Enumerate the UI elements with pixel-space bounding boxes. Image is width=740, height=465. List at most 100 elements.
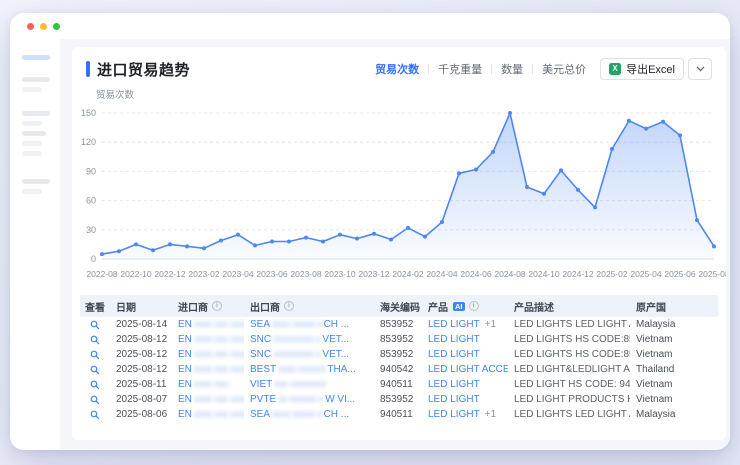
tab-usd-total[interactable]: 美元总价 — [542, 61, 586, 77]
sidebar-item[interactable] — [22, 121, 42, 126]
exporter-link[interactable]: SEA xxxx xxxxx xCH ... — [244, 409, 374, 420]
importer-link[interactable]: ENxxxx xxx xxxxxNG L... — [172, 364, 244, 375]
hs-code-cell: 940542 — [374, 364, 422, 375]
hs-code-cell: 853952 — [374, 349, 422, 360]
exporter-link[interactable]: SNC xxxxxxxxx xVET... — [244, 334, 374, 345]
sidebar-item[interactable] — [22, 87, 42, 92]
product-link[interactable]: LED LIGHT+1 — [422, 319, 508, 330]
magnifier-icon[interactable] — [90, 320, 100, 330]
export-excel-button[interactable]: X 导出Excel — [600, 58, 684, 80]
country-cell: Vietnam — [630, 394, 718, 405]
importer-link[interactable]: ENxxxx xxx xxxxxNG L... — [172, 319, 244, 330]
country-cell: Vietnam — [630, 379, 718, 390]
svg-text:2025-06: 2025-06 — [664, 269, 695, 279]
date-cell: 2025-08-14 — [110, 319, 172, 330]
info-icon[interactable] — [469, 301, 479, 311]
tab-kg-weight[interactable]: 千克重量 — [438, 61, 482, 77]
exporter-link[interactable]: SEA xxxx xxxxx xCH ... — [244, 319, 374, 330]
product-link[interactable]: LED LIGHT — [422, 334, 508, 345]
exporter-link[interactable]: BESTxxxx xxxxxx THA... — [244, 364, 374, 375]
svg-text:2025-02: 2025-02 — [596, 269, 627, 279]
sidebar-item[interactable] — [22, 179, 50, 184]
table-row: 2025-08-14 ENxxxx xxx xxxxxNG L... SEA x… — [80, 317, 718, 332]
minimize-window-dot[interactable] — [40, 23, 47, 30]
product-link[interactable]: LED LIGHT — [422, 394, 508, 405]
table-row: 2025-08-07 ENxxxx xxx xxxxxNG L... PVTEx… — [80, 392, 718, 407]
window-titlebar — [10, 13, 730, 39]
sidebar-item[interactable] — [22, 111, 50, 116]
table-header-row: 查看 日期 进口商 出口商 海关编码 产品AI 产品描述 原产国 — [80, 295, 718, 317]
date-cell: 2025-08-06 — [110, 409, 172, 420]
excel-icon: X — [609, 63, 621, 75]
magnifier-icon[interactable] — [90, 335, 100, 345]
product-link[interactable]: LED LIGHT ACCESSORY — [422, 364, 508, 375]
sidebar-item[interactable] — [22, 141, 42, 146]
sidebar-item[interactable] — [22, 131, 46, 136]
tab-trade-count[interactable]: 贸易次数 — [375, 61, 419, 77]
product-link[interactable]: LED LIGHT — [422, 349, 508, 360]
svg-text:2024-02: 2024-02 — [392, 269, 423, 279]
magnifier-icon[interactable] — [90, 365, 100, 375]
sidebar-item[interactable] — [22, 77, 50, 82]
date-cell: 2025-08-12 — [110, 349, 172, 360]
col-origin-country: 原产国 — [630, 299, 718, 314]
importer-link[interactable]: ENxxxx xxx xxxxxNG L... — [172, 349, 244, 360]
description-cell: LED LIGHTS LED LIGHT ACCESSORIES,ENVISIO… — [508, 319, 630, 330]
magnifier-icon[interactable] — [90, 380, 100, 390]
exporter-link[interactable]: PVTExx xxxxxx xW VI... — [244, 394, 374, 405]
close-window-dot[interactable] — [27, 23, 34, 30]
description-cell: LED LIGHTS LED LIGHT ACCESSORIES THIS SH… — [508, 409, 630, 420]
svg-text:2024-12: 2024-12 — [562, 269, 593, 279]
sidebar-item[interactable] — [22, 189, 42, 194]
product-link[interactable]: LED LIGHT — [422, 379, 508, 390]
country-cell: Malaysia — [630, 409, 718, 420]
panel-title-wrap: 进口贸易趋势 — [86, 59, 190, 80]
magnifier-icon[interactable] — [90, 410, 100, 420]
svg-text:2024-06: 2024-06 — [460, 269, 491, 279]
export-button-group: X 导出Excel — [600, 58, 712, 80]
hs-code-cell: 853952 — [374, 334, 422, 345]
hs-code-cell: 940511 — [374, 379, 422, 390]
trend-area-chart[interactable]: 03060901201502022-082022-102022-122023-0… — [72, 101, 726, 286]
svg-text:2022-08: 2022-08 — [86, 269, 117, 279]
importer-link[interactable]: ENxxxx xxx — [172, 379, 244, 390]
description-cell: LED LIGHT HS CODE: 940511,N M — [508, 379, 630, 390]
export-excel-label: 导出Excel — [626, 61, 675, 77]
export-dropdown-button[interactable] — [688, 58, 712, 80]
magnifier-icon[interactable] — [90, 350, 100, 360]
magnifier-icon[interactable] — [90, 395, 100, 405]
importer-link[interactable]: ENxxxx xxx xxxxxNG L... — [172, 409, 244, 420]
importer-link[interactable]: ENxxxx xxx xxxxxNG L... — [172, 334, 244, 345]
col-description: 产品描述 — [508, 299, 630, 314]
sidebar-item[interactable] — [22, 151, 42, 156]
exporter-link[interactable]: VIET xxx xxxxxxxx — [244, 379, 374, 390]
maximize-window-dot[interactable] — [53, 23, 60, 30]
importer-link[interactable]: ENxxxx xxx xxxxxNG L... — [172, 394, 244, 405]
date-cell: 2025-08-12 — [110, 334, 172, 345]
tab-quantity[interactable]: 数量 — [501, 61, 523, 77]
hs-code-cell: 853952 — [374, 394, 422, 405]
col-product: 产品AI — [422, 299, 508, 314]
sidebar-item-active[interactable] — [22, 55, 50, 60]
svg-text:2022-10: 2022-10 — [120, 269, 151, 279]
ai-badge: AI — [453, 302, 465, 311]
info-icon[interactable] — [212, 301, 222, 311]
description-cell: LED LIGHTS HS CODE:853952,ENVISIONLED — [508, 349, 630, 360]
window-body: 进口贸易趋势 贸易次数 千克重量 数量 美元总价 — [10, 39, 730, 450]
country-cell: Vietnam — [630, 334, 718, 345]
product-link[interactable]: LED LIGHT+1 — [422, 409, 508, 420]
exporter-link[interactable]: SNC xxxxxxxxx xVET... — [244, 349, 374, 360]
tab-divider — [532, 64, 533, 74]
info-icon[interactable] — [284, 301, 294, 311]
app-window: 进口贸易趋势 贸易次数 千克重量 数量 美元总价 — [10, 13, 730, 450]
table-row: 2025-08-12 ENxxxx xxx xxxxxNG L... BESTx… — [80, 362, 718, 377]
svg-text:2023-04: 2023-04 — [222, 269, 253, 279]
country-cell: Malaysia — [630, 319, 718, 330]
view-cell — [80, 410, 110, 420]
tab-divider — [428, 64, 429, 74]
svg-text:2023-06: 2023-06 — [256, 269, 287, 279]
svg-text:2023-02: 2023-02 — [188, 269, 219, 279]
svg-text:2024-08: 2024-08 — [494, 269, 525, 279]
trend-chart-wrap: 03060901201502022-082022-102022-122023-0… — [72, 101, 726, 291]
date-cell: 2025-08-07 — [110, 394, 172, 405]
